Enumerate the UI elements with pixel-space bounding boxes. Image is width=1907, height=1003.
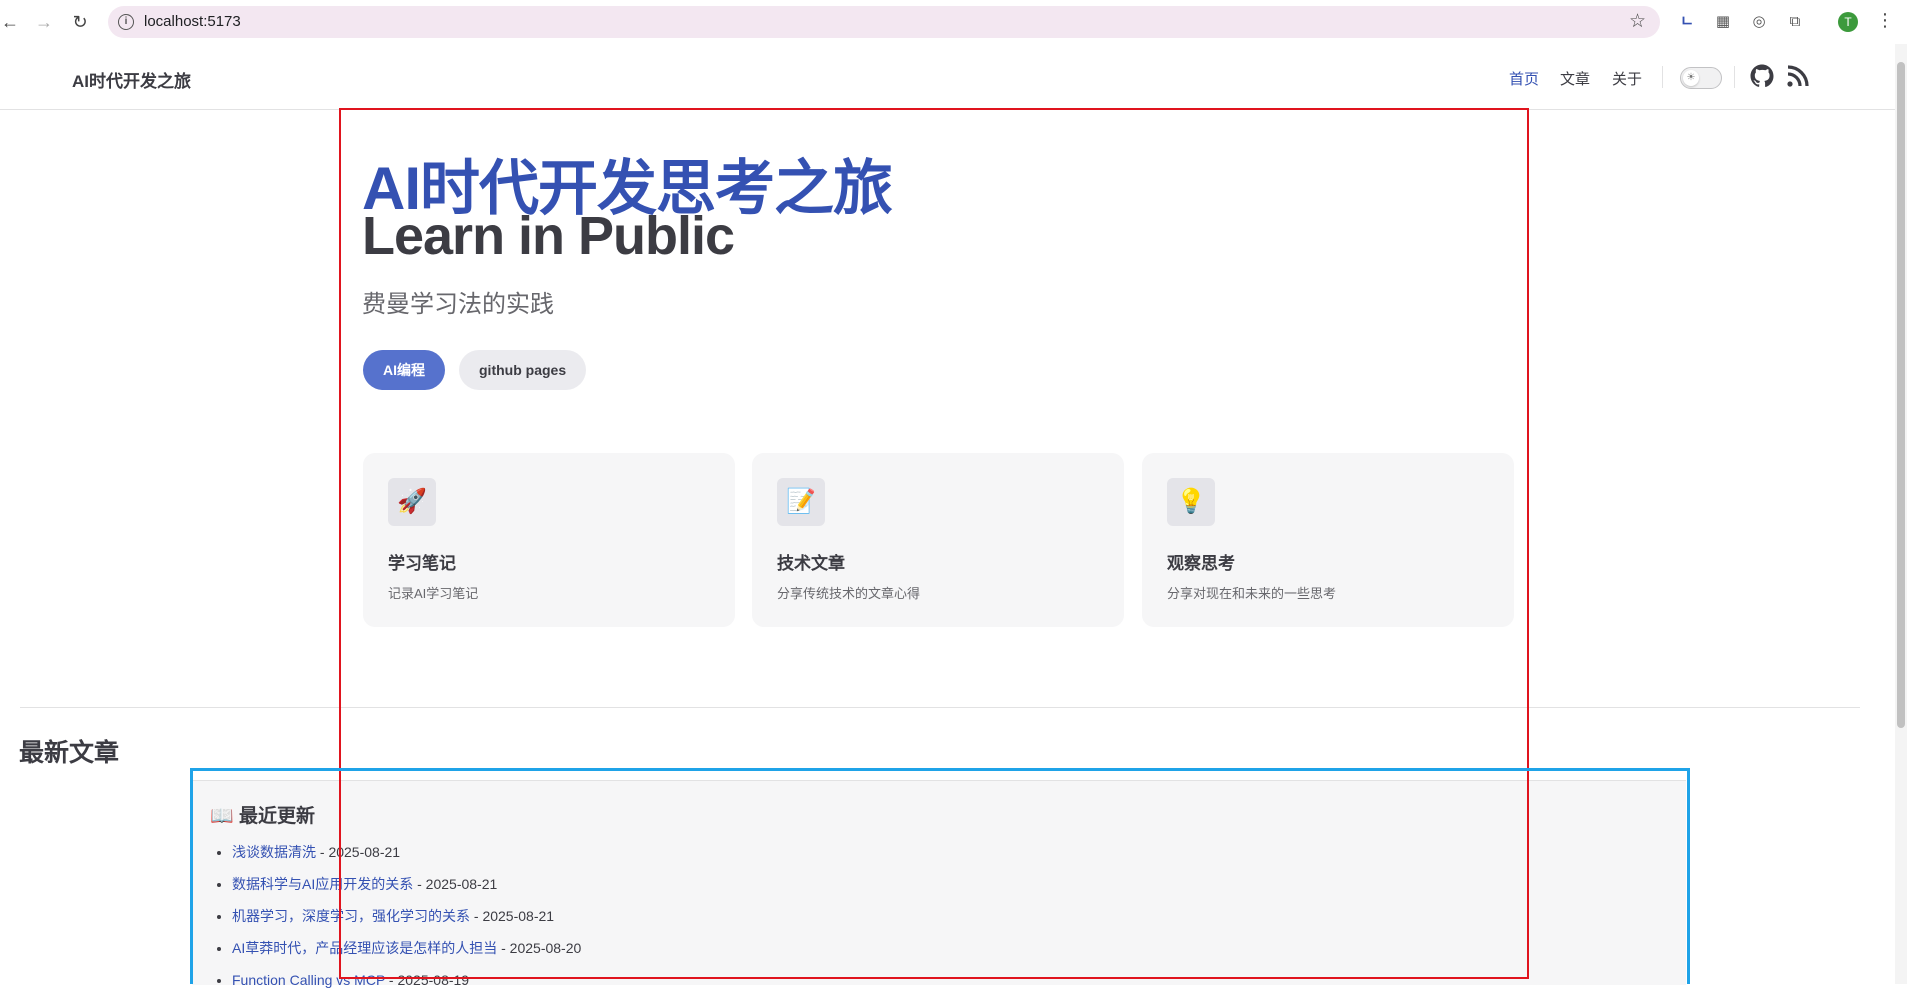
bookmark-star-icon[interactable]: ☆ bbox=[1629, 10, 1646, 33]
section-divider bbox=[20, 707, 1860, 708]
github-icon[interactable] bbox=[1750, 64, 1774, 88]
list-item: Function Calling vs MCP - 2025-08-19 bbox=[232, 971, 581, 1003]
sun-icon: ☀ bbox=[1683, 70, 1699, 86]
open-book-icon: 📖 bbox=[210, 806, 234, 827]
github-pages-button[interactable]: github pages bbox=[459, 350, 587, 390]
list-item: 浅谈数据清洗 - 2025-08-21 bbox=[232, 843, 581, 875]
nav-divider bbox=[1734, 66, 1735, 88]
list-item: 数据科学与AI应用开发的关系 - 2025-08-21 bbox=[232, 875, 581, 907]
article-date: - 2025-08-21 bbox=[470, 908, 555, 924]
feature-details: 分享传统技术的文章心得 bbox=[777, 586, 921, 601]
extension-icon-2[interactable]: ▦ bbox=[1712, 11, 1734, 33]
url-text[interactable]: localhost:5173 bbox=[144, 13, 241, 30]
nav-divider bbox=[1662, 66, 1663, 88]
recent-updates-title: 📖 最近更新 bbox=[210, 801, 315, 828]
back-icon[interactable]: ← bbox=[0, 12, 20, 32]
feature-card-articles: 📝 技术文章 分享传统技术的文章心得 bbox=[752, 453, 1124, 627]
recent-updates-label: 最近更新 bbox=[238, 806, 315, 827]
memo-icon: 📝 bbox=[777, 478, 825, 526]
article-date: - 2025-08-21 bbox=[316, 844, 401, 860]
theme-toggle[interactable]: ☀ bbox=[1680, 67, 1722, 89]
rocket-icon: 🚀 bbox=[388, 478, 436, 526]
extension-icon-1[interactable]: ㄴ bbox=[1676, 11, 1698, 33]
profile-avatar[interactable]: T bbox=[1838, 12, 1858, 32]
browser-toolbar: ← → ↻ i localhost:5173 ☆ ㄴ ▦ ◎ ⧉ T ⋮ bbox=[0, 0, 1907, 44]
menu-kebab-icon[interactable]: ⋮ bbox=[1876, 10, 1894, 31]
feature-details: 记录AI学习笔记 bbox=[388, 586, 479, 601]
feature-title: 技术文章 bbox=[777, 554, 845, 573]
extension-icon-3[interactable]: ◎ bbox=[1748, 11, 1770, 33]
address-bar[interactable]: i localhost:5173 ☆ bbox=[108, 6, 1660, 38]
feature-card-notes: 🚀 学习笔记 记录AI学习笔记 bbox=[363, 453, 735, 627]
recent-updates-box: 📖 最近更新 浅谈数据清洗 - 2025-08-21 数据科学与AI应用开发的关… bbox=[192, 780, 1686, 988]
recent-updates-list: 浅谈数据清洗 - 2025-08-21 数据科学与AI应用开发的关系 - 202… bbox=[210, 843, 581, 1003]
ai-coding-button[interactable]: AI编程 bbox=[363, 350, 445, 390]
article-link[interactable]: Function Calling vs MCP bbox=[232, 972, 385, 988]
scrollbar-thumb[interactable] bbox=[1897, 62, 1905, 728]
forward-icon[interactable]: → bbox=[34, 12, 54, 32]
reload-icon[interactable]: ↻ bbox=[70, 12, 90, 32]
feature-title: 学习笔记 bbox=[388, 554, 456, 573]
feature-card-thoughts: 💡 观察思考 分享对现在和未来的一些思考 bbox=[1142, 453, 1514, 627]
site-title[interactable]: AI时代开发之旅 bbox=[72, 67, 191, 92]
hero-tagline: 费曼学习法的实践 bbox=[362, 291, 554, 318]
article-link[interactable]: 浅谈数据清洗 bbox=[232, 844, 316, 860]
site-navbar: AI时代开发之旅 首页 文章 关于 ☀ bbox=[0, 44, 1895, 110]
article-date: - 2025-08-20 bbox=[497, 940, 582, 956]
article-link[interactable]: 机器学习，深度学习，强化学习的关系 bbox=[232, 908, 470, 924]
nav-link-about[interactable]: 关于 bbox=[1612, 68, 1642, 89]
article-link[interactable]: AI草莽时代，产品经理应该是怎样的人担当 bbox=[232, 940, 497, 956]
list-item: AI草莽时代，产品经理应该是怎样的人担当 - 2025-08-20 bbox=[232, 939, 581, 971]
nav-link-home[interactable]: 首页 bbox=[1509, 68, 1539, 89]
article-link[interactable]: 数据科学与AI应用开发的关系 bbox=[232, 876, 413, 892]
feature-details: 分享对现在和未来的一些思考 bbox=[1167, 586, 1337, 601]
list-item: 机器学习，深度学习，强化学习的关系 - 2025-08-21 bbox=[232, 907, 581, 939]
article-date: - 2025-08-21 bbox=[413, 876, 498, 892]
feature-title: 观察思考 bbox=[1167, 554, 1235, 573]
rss-icon[interactable] bbox=[1786, 64, 1810, 88]
nav-link-articles[interactable]: 文章 bbox=[1560, 68, 1590, 89]
site-info-icon[interactable]: i bbox=[118, 14, 134, 30]
puzzle-icon[interactable]: ⧉ bbox=[1784, 11, 1806, 33]
lightbulb-icon: 💡 bbox=[1167, 478, 1215, 526]
latest-articles-heading: 最新文章 bbox=[19, 739, 120, 767]
article-date: - 2025-08-19 bbox=[385, 972, 470, 988]
hero-text: Learn in Public bbox=[362, 206, 735, 266]
